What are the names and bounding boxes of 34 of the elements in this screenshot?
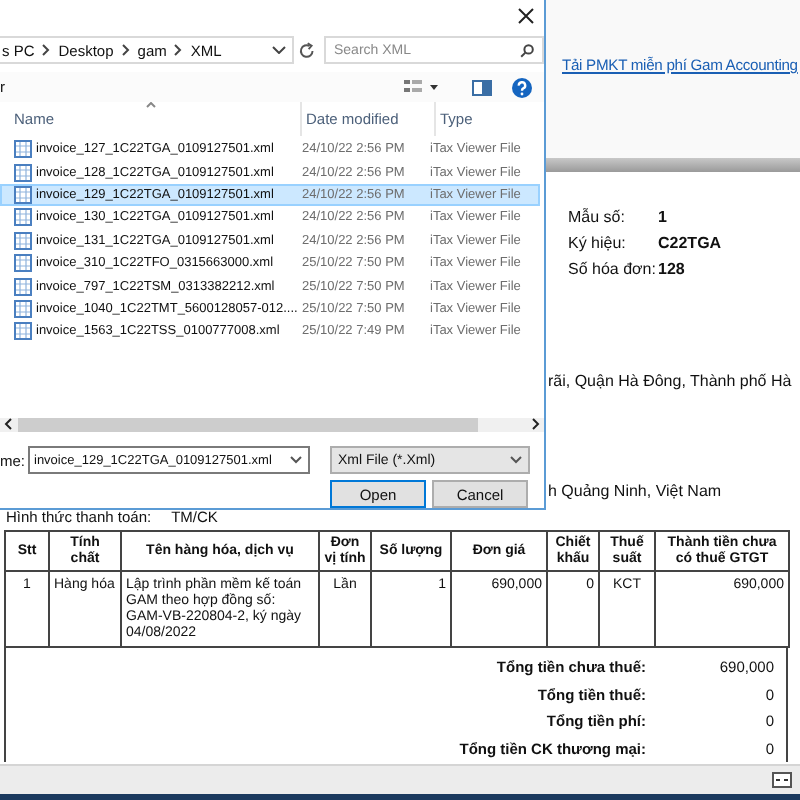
- chevron-icon: [42, 44, 51, 57]
- file-icon: [14, 277, 32, 296]
- field-label: Số hóa đơn:: [568, 258, 658, 280]
- refresh-icon[interactable]: [298, 41, 316, 60]
- sort-caret-icon: [146, 101, 156, 108]
- file-icon: [14, 299, 32, 318]
- field-value: 128: [658, 258, 687, 280]
- help-icon[interactable]: [512, 77, 532, 98]
- dropdown-icon[interactable]: [290, 456, 302, 464]
- field-value: C22TGA: [658, 232, 724, 254]
- dropdown-icon[interactable]: [272, 46, 287, 55]
- file-icon: [14, 231, 32, 250]
- chevron-icon: [121, 44, 130, 57]
- chevron-icon: [174, 44, 183, 57]
- file-icon: [14, 185, 32, 204]
- dropdown-icon: [510, 456, 522, 464]
- search-icon: [520, 43, 534, 58]
- field-label: Mẫu số:: [568, 206, 627, 228]
- address-text: rãi, Quận Hà Đông, Thành phố Hà: [548, 372, 792, 390]
- scroll-left-icon[interactable]: [4, 418, 12, 431]
- horizontal-scrollbar[interactable]: [0, 417, 544, 432]
- file-icon: [14, 254, 32, 273]
- fit-icon[interactable]: [772, 772, 792, 788]
- field-label: Ký hiệu:: [568, 232, 628, 254]
- file-icon: [14, 208, 32, 227]
- file-icon: [14, 140, 32, 159]
- close-icon[interactable]: [518, 8, 534, 25]
- address-text: h Quảng Ninh, Việt Nam: [548, 482, 722, 500]
- file-icon: [14, 322, 32, 341]
- field-value: 1: [658, 206, 669, 228]
- file-icon: [14, 163, 32, 182]
- scroll-right-icon[interactable]: [532, 418, 540, 431]
- preview-pane-icon[interactable]: [472, 79, 492, 96]
- view-icon[interactable]: [404, 80, 440, 95]
